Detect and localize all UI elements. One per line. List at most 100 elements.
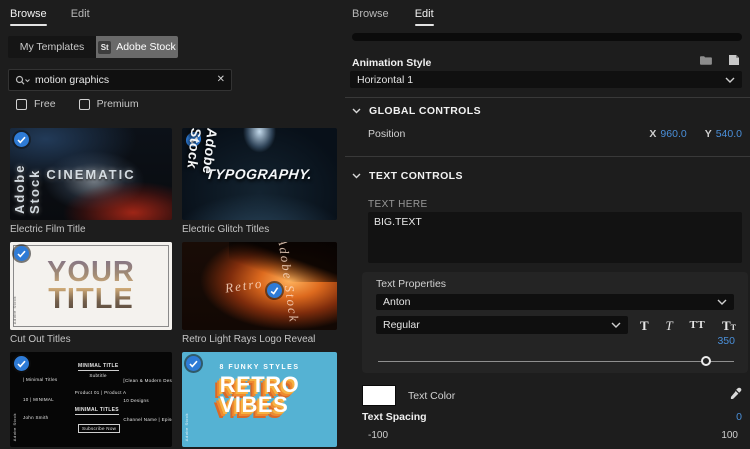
license-filters: Free Premium bbox=[16, 98, 139, 110]
thumb-art-text: RETRO VIBES bbox=[219, 372, 300, 418]
tab-edit-right[interactable]: Edit bbox=[414, 8, 434, 26]
free-checkbox[interactable]: Free bbox=[16, 98, 56, 110]
eyedropper-icon[interactable] bbox=[729, 387, 742, 405]
faux-bold-icon[interactable]: T bbox=[640, 319, 649, 332]
template-card-cut-out-titles[interactable]: YOUR TITLE Adobe Stock Cut Out Titles bbox=[10, 242, 172, 347]
font-toggle-bar: T T TT TT bbox=[640, 316, 736, 334]
search-input[interactable] bbox=[35, 74, 212, 86]
premium-checkbox[interactable]: Premium bbox=[78, 98, 139, 110]
adobe-stock-watermark: Adobe Stock bbox=[12, 295, 17, 324]
search-icon bbox=[15, 75, 30, 86]
template-title: Cut Out Titles bbox=[10, 334, 71, 345]
template-card-retro-vibes[interactable]: 8 FUNKY STYLES RETRO VIBES Adobe Stock bbox=[182, 352, 337, 447]
template-title: Retro Light Rays Logo Reveal bbox=[182, 334, 316, 345]
tab-browse-left-label: Browse bbox=[10, 8, 47, 20]
template-grid: CINEMATIC Adobe Stock Electric Film Titl… bbox=[10, 128, 337, 449]
adobe-stock-watermark: Adobe Stock bbox=[12, 412, 17, 441]
tab-browse-right-label: Browse bbox=[352, 8, 389, 20]
global-controls-title: GLOBAL CONTROLS bbox=[369, 105, 481, 117]
x-axis-label: X bbox=[649, 128, 657, 140]
edit-panel: Browse Edit Animation Style Horizontal 1 bbox=[345, 0, 750, 449]
tab-browse-right[interactable]: Browse bbox=[352, 8, 389, 26]
thumb-art-subtitle: 8 FUNKY STYLES bbox=[219, 364, 300, 371]
adobe-stock-label: Adobe Stock bbox=[116, 41, 176, 53]
position-y-value[interactable]: 540.0 bbox=[716, 128, 742, 140]
clear-search-icon[interactable]: ✕ bbox=[217, 75, 225, 85]
position-x[interactable]: X 960.0 bbox=[649, 128, 686, 140]
spacing-min-label: -100 bbox=[368, 430, 389, 441]
folder-icon[interactable] bbox=[699, 53, 713, 71]
browse-panel: Browse Edit My Templates St Adobe Stock … bbox=[0, 0, 345, 449]
font-size-value[interactable]: 350 bbox=[717, 335, 735, 347]
text-properties-group: Text Properties Anton Regular T T TT TT … bbox=[362, 272, 748, 373]
all-caps-icon[interactable]: TT bbox=[690, 319, 706, 331]
animation-style-label: Animation Style bbox=[352, 57, 432, 69]
free-checkbox-box bbox=[16, 98, 27, 110]
text-spacing-label: Text Spacing bbox=[362, 411, 427, 423]
my-templates-label: My Templates bbox=[19, 41, 85, 53]
text-here-label: TEXT HERE bbox=[368, 199, 428, 210]
thumbnail-retro-light-rays: Retro Adobe Stock bbox=[182, 242, 337, 330]
my-templates-button[interactable]: My Templates bbox=[8, 36, 96, 58]
thumbnail-electric-film-title: CINEMATIC Adobe Stock bbox=[10, 128, 172, 220]
template-card-electric-film-title[interactable]: CINEMATIC Adobe Stock Electric Film Titl… bbox=[10, 128, 172, 237]
font-size-slider[interactable] bbox=[378, 356, 734, 366]
template-card-electric-glitch-titles[interactable]: TYPOGRAPHY. Adobe Stock Electric Glitch … bbox=[182, 128, 337, 237]
text-input[interactable]: BIG.TEXT bbox=[368, 212, 742, 263]
text-spacing-value[interactable]: 0 bbox=[736, 411, 742, 423]
font-family-value: Anton bbox=[383, 296, 411, 308]
slider-track bbox=[378, 360, 734, 362]
position-x-value[interactable]: 960.0 bbox=[660, 128, 686, 140]
animation-style-select[interactable]: Horizontal 1 bbox=[350, 71, 742, 88]
thumbnail-electric-glitch-titles: TYPOGRAPHY. Adobe Stock bbox=[182, 128, 337, 220]
essential-graphics-panel: Browse Edit My Templates St Adobe Stock … bbox=[0, 0, 750, 449]
text-color-swatch[interactable] bbox=[362, 385, 396, 406]
position-y[interactable]: Y 540.0 bbox=[705, 128, 742, 140]
global-controls-header[interactable]: GLOBAL CONTROLS bbox=[352, 105, 481, 117]
font-family-select[interactable]: Anton bbox=[376, 294, 734, 310]
active-tab-underline bbox=[10, 24, 47, 26]
thumbnail-cut-out-titles: YOUR TITLE Adobe Stock bbox=[10, 242, 172, 330]
adobe-stock-icon: St bbox=[98, 40, 112, 54]
chevron-down-icon bbox=[725, 77, 735, 83]
template-card-minimal-titles[interactable]: | Minimal Titles 10 | MINIMAL John Smith… bbox=[10, 352, 172, 447]
animation-style-value: Horizontal 1 bbox=[357, 73, 414, 86]
thumb-art-text: Retro bbox=[223, 275, 264, 296]
free-checkbox-label: Free bbox=[34, 98, 56, 110]
thumbnail-retro-vibes: 8 FUNKY STYLES RETRO VIBES Adobe Stock bbox=[182, 352, 337, 447]
spacing-max-label: 100 bbox=[721, 430, 738, 441]
adobe-stock-watermark: Adobe Stock bbox=[184, 128, 221, 175]
divider bbox=[345, 97, 750, 98]
tab-edit-right-label: Edit bbox=[414, 8, 434, 20]
selected-check-icon bbox=[186, 356, 201, 371]
chevron-down-icon bbox=[611, 322, 621, 328]
small-caps-icon[interactable]: TT bbox=[722, 319, 736, 332]
adobe-stock-watermark: Adobe Stock bbox=[12, 163, 42, 214]
thumb-art-text: TYPOGRAPHY. bbox=[205, 166, 314, 182]
text-controls-header[interactable]: TEXT CONTROLS bbox=[352, 170, 463, 182]
tab-edit-left[interactable]: Edit bbox=[71, 8, 90, 26]
tab-browse-left[interactable]: Browse bbox=[10, 8, 47, 26]
new-item-icon[interactable] bbox=[727, 53, 740, 71]
template-search-box[interactable]: ✕ bbox=[8, 69, 232, 91]
right-tab-bar: Browse Edit bbox=[352, 8, 434, 26]
chevron-down-icon bbox=[352, 108, 361, 114]
left-tab-bar: Browse Edit bbox=[10, 8, 90, 26]
thumbnail-minimal-titles: | Minimal Titles 10 | MINIMAL John Smith… bbox=[10, 352, 172, 447]
template-title: Electric Film Title bbox=[10, 224, 86, 235]
preview-scrubber[interactable] bbox=[352, 33, 742, 41]
thumb-art-text: CINEMATIC bbox=[46, 166, 136, 182]
faux-italic-icon[interactable]: T bbox=[665, 319, 672, 332]
text-controls-title: TEXT CONTROLS bbox=[369, 170, 463, 182]
template-source-toggle: My Templates St Adobe Stock bbox=[8, 36, 178, 58]
font-style-select[interactable]: Regular bbox=[376, 316, 628, 334]
thumb-art-text: YOUR TITLE bbox=[47, 256, 135, 315]
chevron-down-icon bbox=[352, 173, 361, 179]
font-style-value: Regular bbox=[383, 319, 420, 331]
template-card-retro-light-rays[interactable]: Retro Adobe Stock Retro Light Rays Logo … bbox=[182, 242, 337, 347]
adobe-stock-button[interactable]: St Adobe Stock bbox=[96, 36, 178, 58]
position-label: Position bbox=[368, 128, 406, 140]
slider-handle[interactable] bbox=[700, 356, 711, 366]
y-axis-label: Y bbox=[704, 128, 712, 140]
text-color-label: Text Color bbox=[408, 389, 456, 402]
